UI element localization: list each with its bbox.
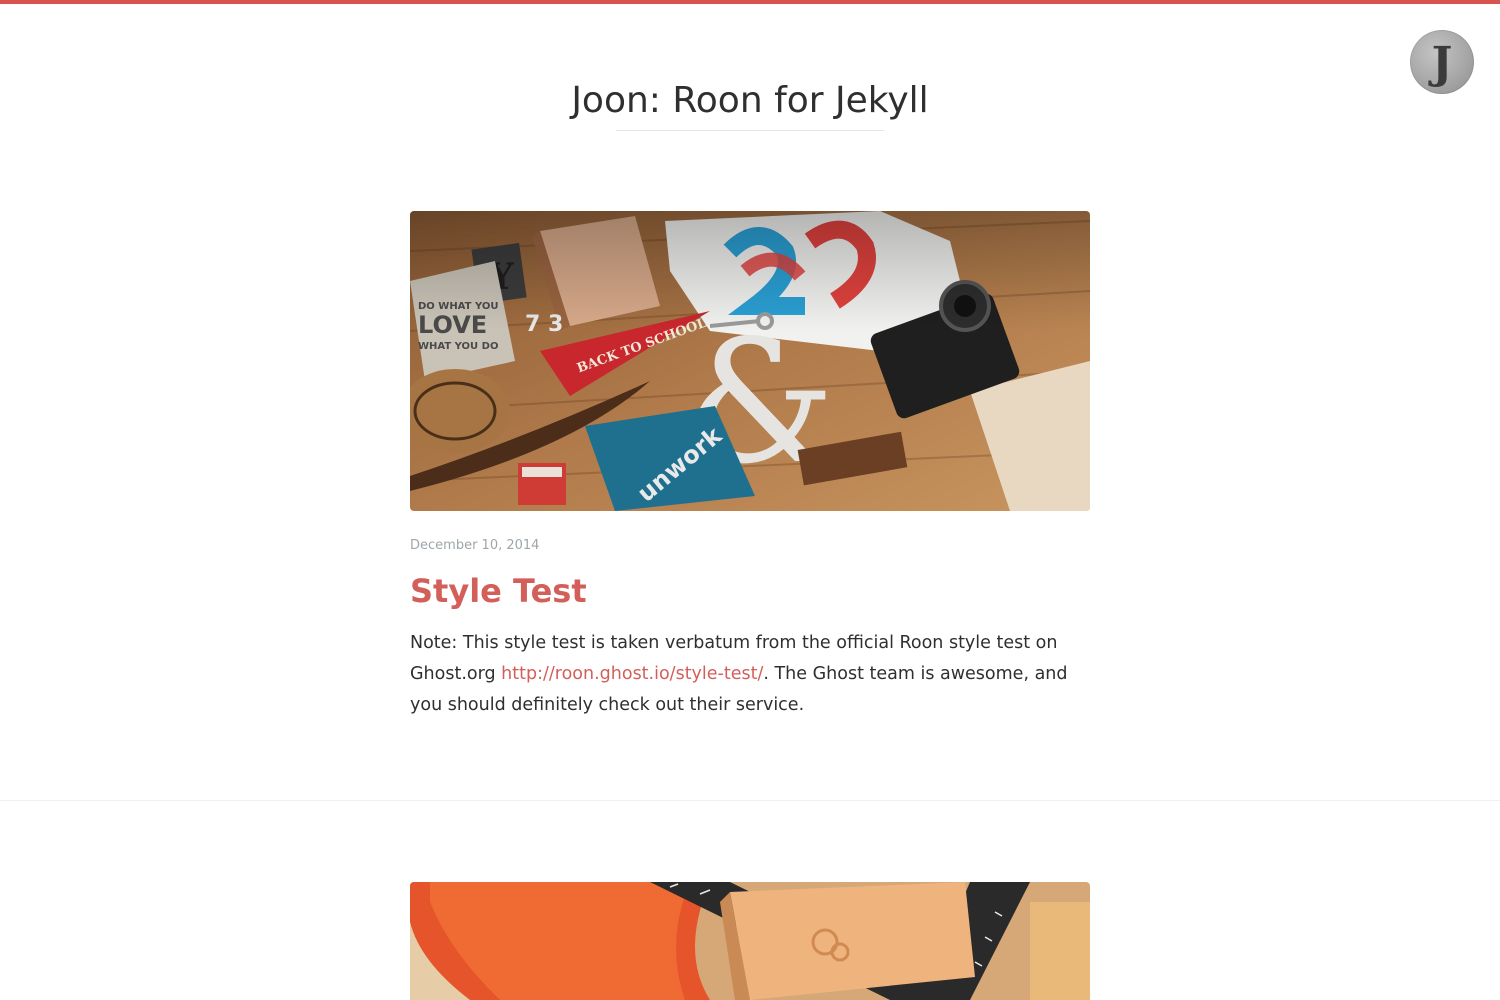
post-image[interactable]: Y DO WHAT YOU LOVE WHAT YOU DO 7 3 BACK … (410, 211, 1090, 511)
excerpt-link[interactable]: http://roon.ghost.io/style-test/ (501, 664, 763, 684)
title-underline (616, 130, 884, 131)
post-image[interactable] (410, 882, 1090, 1000)
top-accent-bar (0, 0, 1500, 4)
orange-chair-notebook-photo (410, 882, 1090, 1000)
post-date: December 10, 2014 (410, 538, 540, 553)
post-title[interactable]: Style Test (410, 572, 587, 610)
desk-flatlay-photo: Y DO WHAT YOU LOVE WHAT YOU DO 7 3 BACK … (410, 211, 1090, 511)
post-excerpt: Note: This style test is taken verbatum … (410, 628, 1090, 721)
blog-title[interactable]: Joon: Roon for Jekyll (0, 78, 1500, 124)
post-divider (0, 800, 1500, 801)
